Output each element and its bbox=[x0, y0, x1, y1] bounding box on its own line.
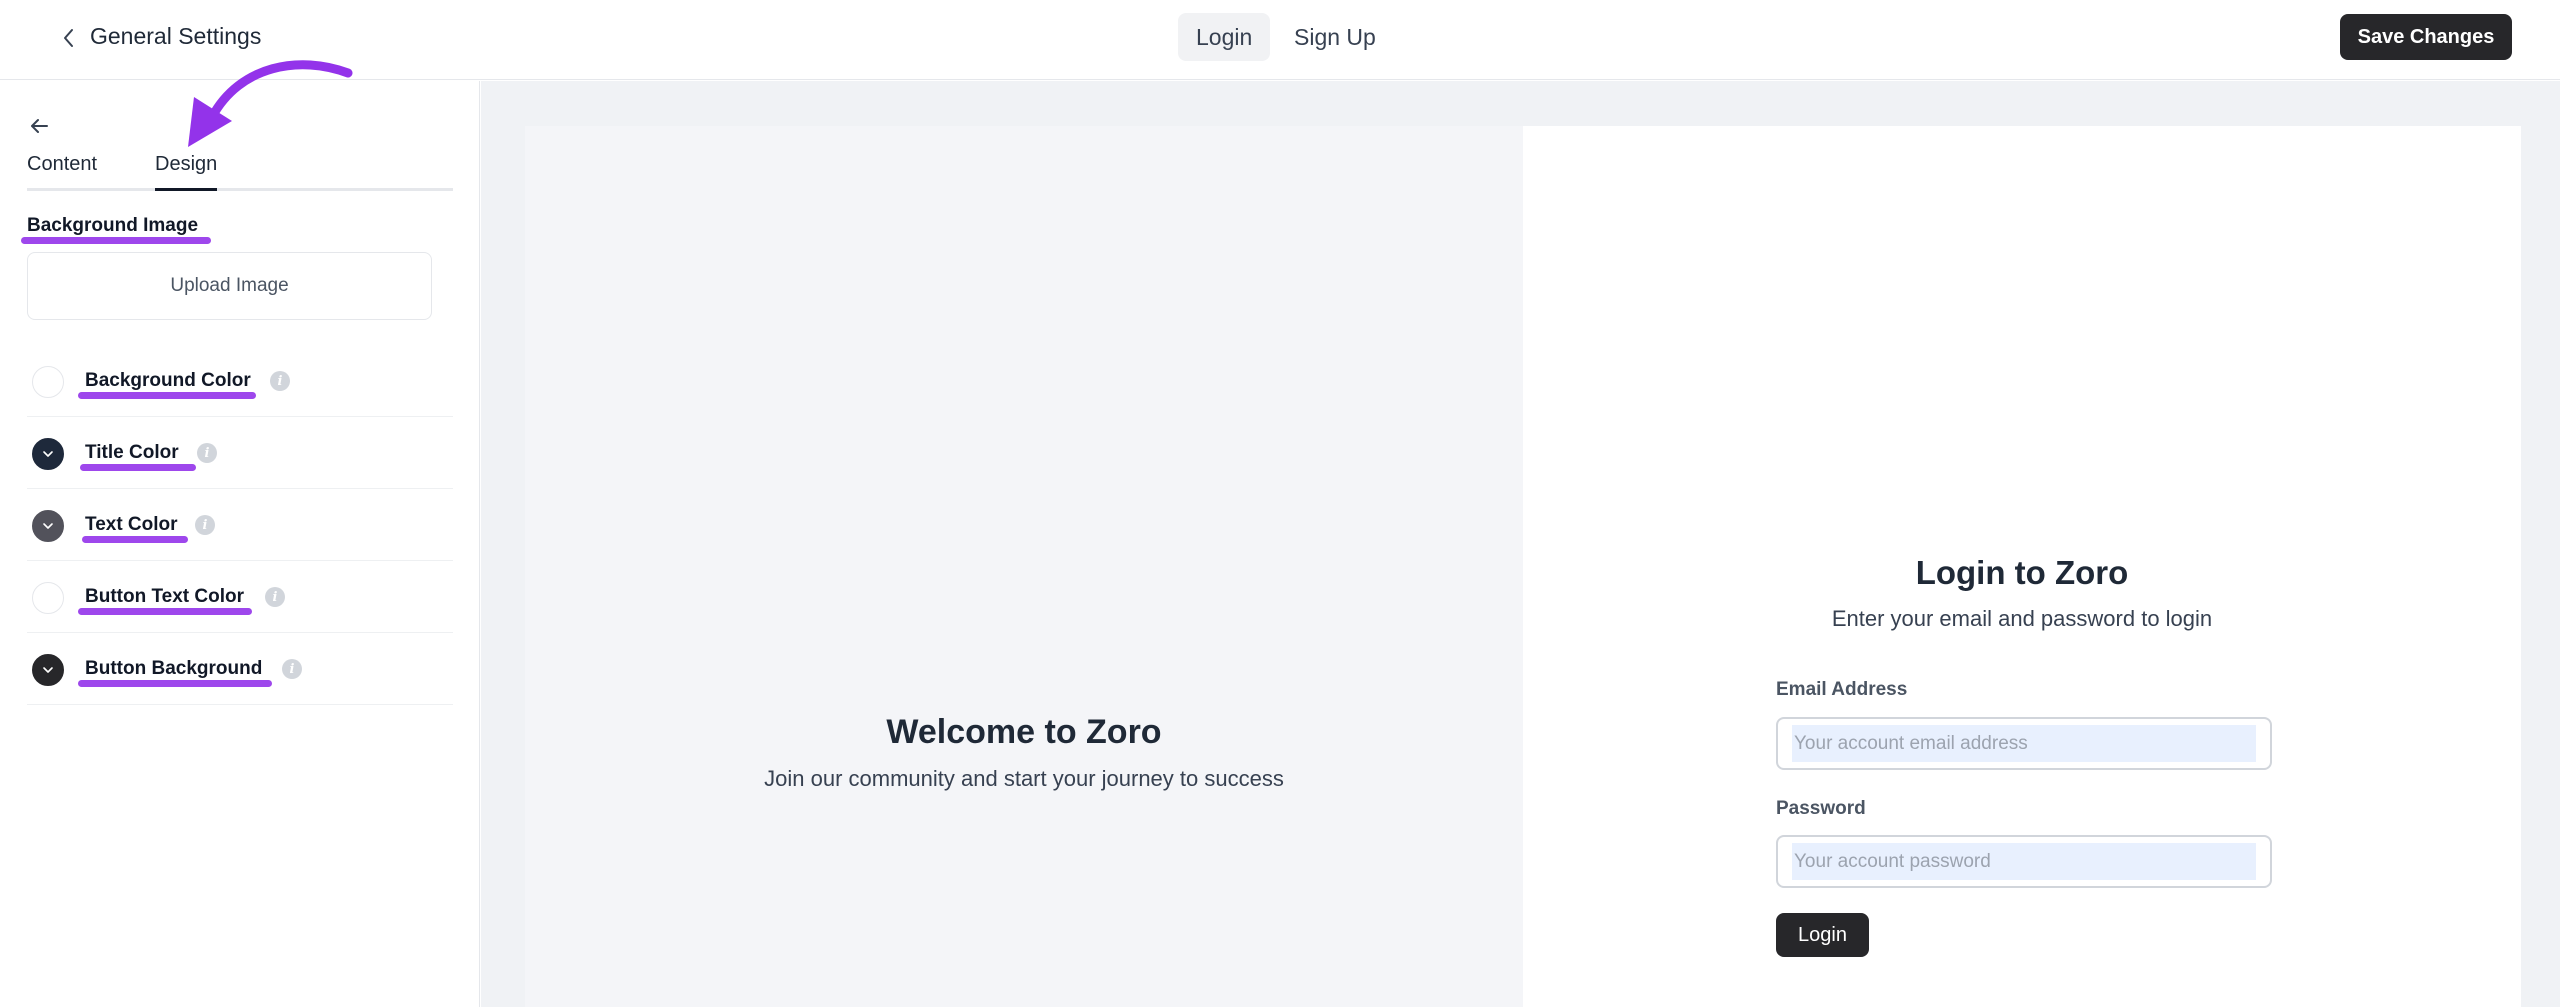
annotation-underline bbox=[78, 608, 252, 615]
tab-content[interactable]: Content bbox=[27, 153, 97, 186]
email-field-wrapper bbox=[1776, 717, 2272, 770]
color-row-button-background[interactable]: Button Background i bbox=[27, 633, 453, 705]
annotation-underline bbox=[82, 536, 188, 543]
welcome-title: Welcome to Zoro bbox=[886, 713, 1162, 751]
info-icon[interactable]: i bbox=[195, 515, 215, 535]
info-icon[interactable]: i bbox=[197, 443, 217, 463]
email-field[interactable] bbox=[1792, 725, 2256, 762]
info-icon[interactable]: i bbox=[282, 659, 302, 679]
color-row-text[interactable]: Text Color i bbox=[27, 489, 453, 561]
tab-login[interactable]: Login bbox=[1178, 13, 1271, 61]
save-changes-button[interactable]: Save Changes bbox=[2340, 14, 2512, 60]
color-swatch[interactable] bbox=[32, 510, 64, 542]
password-label: Password bbox=[1776, 798, 1866, 819]
annotation-underline bbox=[78, 680, 272, 687]
color-swatch[interactable] bbox=[32, 654, 64, 686]
password-field[interactable] bbox=[1792, 843, 2256, 880]
color-label: Text Color bbox=[85, 514, 178, 535]
color-row-title[interactable]: Title Color i bbox=[27, 417, 453, 489]
annotation-underline bbox=[78, 392, 256, 399]
chevron-left-icon[interactable] bbox=[52, 22, 84, 54]
chevron-down-icon bbox=[43, 667, 53, 673]
annotation-underline bbox=[21, 237, 211, 244]
top-bar: General Settings Login Sign Up Save Chan… bbox=[0, 0, 2560, 80]
welcome-panel: Welcome to Zoro Join our community and s… bbox=[525, 126, 1523, 1007]
login-subtitle: Enter your email and password to login bbox=[1831, 606, 2213, 631]
sidebar-tabs: Content Design bbox=[27, 151, 453, 191]
chevron-down-icon bbox=[43, 523, 53, 529]
color-label: Title Color bbox=[85, 442, 179, 463]
color-row-button-text[interactable]: Button Text Color i bbox=[27, 561, 453, 633]
welcome-subtitle: Join our community and start your journe… bbox=[764, 766, 1284, 791]
email-label: Email Address bbox=[1776, 679, 1908, 700]
design-sidebar: Content Design Background Image Upload I… bbox=[0, 81, 480, 1007]
tab-sign-up[interactable]: Sign Up bbox=[1276, 13, 1394, 61]
annotation-underline bbox=[80, 464, 196, 471]
password-field-wrapper bbox=[1776, 835, 2272, 888]
login-panel: Login to Zoro Enter your email and passw… bbox=[1523, 126, 2521, 1007]
color-swatch[interactable] bbox=[32, 366, 64, 398]
color-swatch[interactable] bbox=[32, 582, 64, 614]
login-title: Login to Zoro bbox=[1915, 554, 2129, 591]
tab-design[interactable]: Design bbox=[155, 153, 218, 191]
color-row-background[interactable]: Background Color i bbox=[27, 345, 453, 417]
arrow-left-icon[interactable] bbox=[24, 111, 54, 141]
info-icon[interactable]: i bbox=[265, 587, 285, 607]
upload-image-button[interactable]: Upload Image bbox=[27, 252, 432, 320]
chevron-down-icon bbox=[43, 451, 53, 457]
color-label: Background Color bbox=[85, 370, 251, 391]
info-icon[interactable]: i bbox=[270, 371, 290, 391]
color-label: Button Background bbox=[85, 658, 263, 679]
page-title: General Settings bbox=[90, 23, 262, 49]
background-image-label: Background Image bbox=[27, 215, 199, 236]
color-swatch[interactable] bbox=[32, 438, 64, 470]
color-label: Button Text Color bbox=[85, 586, 245, 607]
login-button[interactable]: Login bbox=[1776, 913, 1869, 957]
